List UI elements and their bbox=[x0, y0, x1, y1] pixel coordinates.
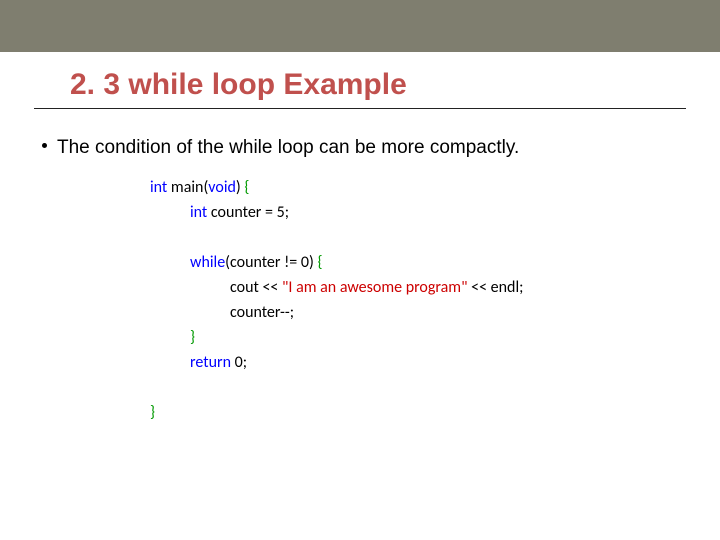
slide: 2. 3 while loop Example The condition of… bbox=[0, 0, 720, 540]
kw-void: void bbox=[208, 178, 236, 197]
code-block: int main(void) { int counter = 5; while(… bbox=[150, 175, 720, 425]
blank-line bbox=[150, 225, 720, 250]
txt: counter--; bbox=[230, 303, 294, 322]
code-line-8: } bbox=[150, 400, 720, 425]
txt: cout << bbox=[230, 278, 282, 297]
code-line-2: int counter = 5; bbox=[150, 200, 720, 225]
bullet-dot bbox=[42, 143, 47, 148]
code-line-5: counter--; bbox=[150, 300, 720, 325]
txt: counter = 5; bbox=[207, 203, 289, 222]
txt: << endl; bbox=[468, 278, 524, 297]
code-line-1: int main(void) { bbox=[150, 175, 720, 200]
top-bar bbox=[0, 0, 720, 52]
brace-close: } bbox=[190, 328, 195, 347]
code-line-3: while(counter != 0) { bbox=[150, 250, 720, 275]
brace-close: } bbox=[150, 403, 155, 422]
bullet-line: The condition of the while loop can be m… bbox=[42, 137, 720, 159]
kw-return: return bbox=[190, 353, 231, 372]
bullet-text: The condition of the while loop can be m… bbox=[57, 137, 519, 158]
txt: main( bbox=[167, 178, 208, 197]
slide-title: 2. 3 while loop Example bbox=[34, 52, 686, 109]
code-line-4: cout << "I am an awesome program" << end… bbox=[150, 275, 720, 300]
string-literal: "I am an awesome program" bbox=[282, 278, 467, 297]
kw-while: while bbox=[190, 253, 225, 272]
txt: (counter != 0) bbox=[225, 253, 317, 272]
code-line-7: return 0; bbox=[150, 350, 720, 375]
txt: 0; bbox=[231, 353, 247, 372]
code-line-6: } bbox=[150, 325, 720, 350]
kw-int: int bbox=[190, 203, 207, 222]
brace-open: { bbox=[244, 178, 249, 197]
blank-line bbox=[150, 375, 720, 400]
brace-open: { bbox=[317, 253, 322, 272]
kw-int: int bbox=[150, 178, 167, 197]
